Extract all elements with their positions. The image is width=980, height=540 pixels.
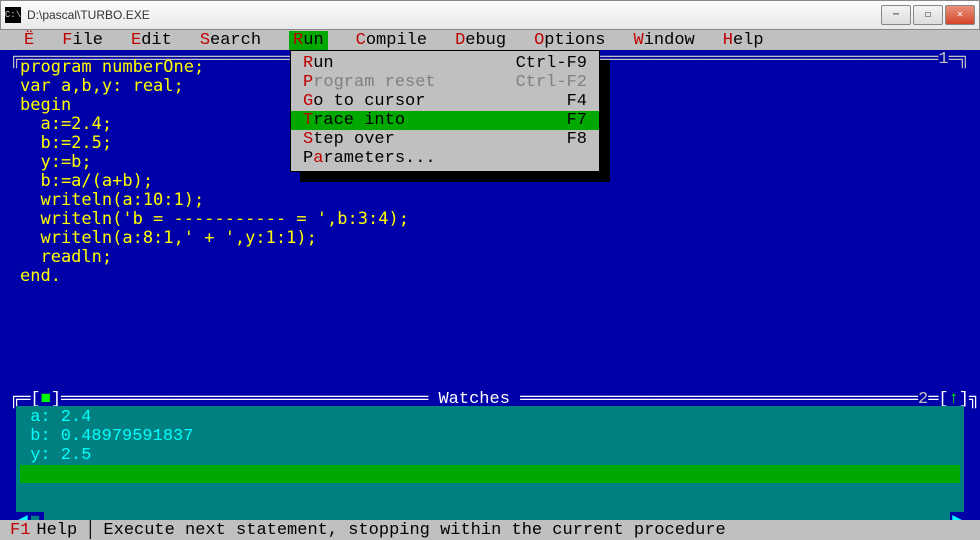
menu-debug[interactable]: Debug bbox=[455, 31, 506, 50]
watch-line[interactable]: b: 0.48979591837 bbox=[20, 427, 960, 446]
status-key-label[interactable]: Help bbox=[36, 521, 77, 540]
menubar[interactable]: Ë File Edit Search Run Compile Debug Options Win… bbox=[0, 30, 980, 50]
minimize-button[interactable]: ─ bbox=[881, 5, 911, 25]
menu-help[interactable]: Help bbox=[723, 31, 764, 50]
menu-item-p[interactable]: Parameters... bbox=[291, 149, 599, 168]
app-icon: C:\ bbox=[5, 7, 21, 23]
menu-search[interactable]: Search bbox=[200, 31, 261, 50]
editor-frame-number: 1 bbox=[938, 50, 948, 69]
status-hint: Execute next statement, stopping within … bbox=[103, 521, 725, 540]
menu-file[interactable]: File bbox=[62, 31, 103, 50]
watches-body[interactable]: a: 2.4 b: 0.48979591837 y: 2.5 bbox=[16, 406, 964, 516]
close-button[interactable]: ✕ bbox=[945, 5, 975, 25]
status-key[interactable]: F1 bbox=[10, 521, 30, 540]
status-bar: F1 Help │ Execute next statement, stoppi… bbox=[0, 520, 980, 540]
watches-panel: ╔═[■]═══════════════════════════════════… bbox=[10, 398, 970, 528]
menu-edit[interactable]: Edit bbox=[131, 31, 172, 50]
menu-run[interactable]: Run bbox=[289, 31, 328, 50]
maximize-button[interactable]: ☐ bbox=[913, 5, 943, 25]
menu-window[interactable]: Window bbox=[634, 31, 695, 50]
watch-line[interactable]: a: 2.4 bbox=[20, 408, 960, 427]
watch-cursor[interactable] bbox=[20, 465, 960, 483]
menu-item-gotocursor[interactable]: Go to cursorF4 bbox=[291, 92, 599, 111]
menu-item-run[interactable]: RunCtrl-F9 bbox=[291, 54, 599, 73]
titlebar[interactable]: C:\ D:\pascal\TURBO.EXE ─ ☐ ✕ bbox=[0, 0, 980, 30]
menu-compile[interactable]: Compile bbox=[356, 31, 427, 50]
watch-line[interactable]: y: 2.5 bbox=[20, 446, 960, 465]
menu-item-traceinto[interactable]: Trace intoF7 bbox=[291, 111, 599, 130]
menu-options[interactable]: Options bbox=[534, 31, 605, 50]
run-menu-dropdown[interactable]: RunCtrl-F9Program resetCtrl-F2Go to curs… bbox=[290, 50, 600, 172]
menu-item-stepover[interactable]: Step overF8 bbox=[291, 130, 599, 149]
window-title: D:\pascal\TURBO.EXE bbox=[27, 8, 881, 22]
menu-ë[interactable]: Ë bbox=[24, 31, 34, 50]
menu-item-programreset: Program resetCtrl-F2 bbox=[291, 73, 599, 92]
